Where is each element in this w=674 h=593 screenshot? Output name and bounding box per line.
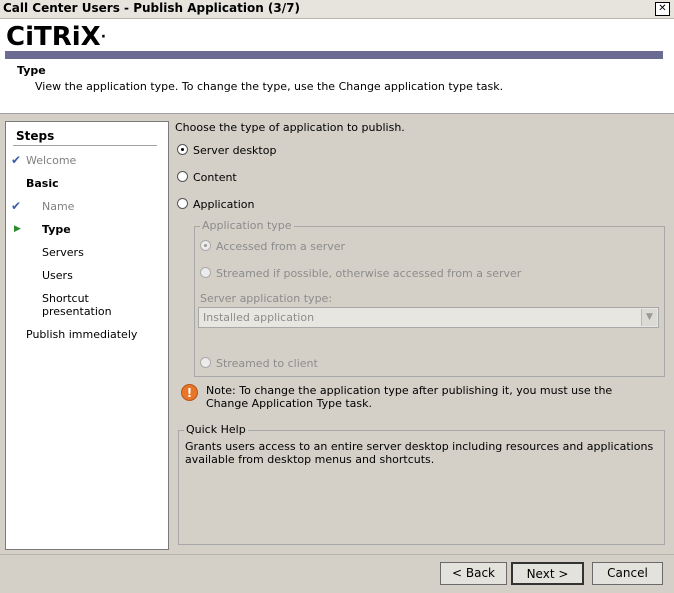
logo-text: CiTRiX: [6, 22, 101, 52]
note-text: Note: To change the application type aft…: [206, 384, 613, 410]
footer-divider: [0, 554, 674, 555]
step-publish-immediately: Publish immediately: [26, 328, 138, 341]
step-type: Type: [42, 223, 71, 236]
steps-panel: Steps ✔ Welcome Basic ✔ Name ▶ Type Serv…: [5, 121, 169, 550]
header-divider-bar: [5, 51, 663, 59]
label-server-desktop: Server desktop: [193, 144, 277, 157]
step-users: Users: [42, 269, 73, 282]
radio-streamed-if-possible[interactable]: [200, 267, 211, 278]
step-welcome: Welcome: [26, 154, 77, 167]
quick-help-legend: Quick Help: [184, 423, 248, 436]
label-streamed-if-possible: Streamed if possible, otherwise accessed…: [216, 267, 522, 280]
application-type-legend: Application type: [200, 219, 294, 232]
close-icon[interactable]: ✕: [655, 2, 670, 16]
chevron-down-icon[interactable]: ▼: [641, 309, 657, 326]
warning-icon: !: [181, 384, 198, 401]
wizard-header: CiTRiX· Type View the application type. …: [0, 19, 674, 114]
label-streamed-to-client: Streamed to client: [216, 357, 318, 370]
page-description: View the application type. To change the…: [35, 80, 504, 93]
label-accessed-from-server: Accessed from a server: [216, 240, 346, 253]
label-content: Content: [193, 171, 237, 184]
title-bar: Call Center Users - Publish Application …: [0, 0, 674, 19]
server-application-type-value: Installed application: [203, 311, 315, 324]
next-button[interactable]: Next >: [511, 562, 584, 585]
radio-server-desktop[interactable]: [177, 144, 188, 155]
steps-title: Steps: [16, 129, 55, 143]
radio-accessed-from-server[interactable]: [200, 240, 211, 251]
current-step-arrow-icon: ▶: [14, 224, 21, 234]
step-shortcut-presentation: Shortcut presentation: [42, 292, 112, 318]
cancel-button[interactable]: Cancel: [592, 562, 663, 585]
checkmark-icon: ✔: [11, 199, 22, 213]
step-basic: Basic: [26, 177, 59, 190]
radio-content[interactable]: [177, 171, 188, 182]
steps-divider: [13, 145, 157, 146]
citrix-logo: CiTRiX·: [6, 22, 107, 52]
server-application-type-label: Server application type:: [200, 292, 333, 305]
page-title: Type: [17, 64, 46, 77]
step-servers: Servers: [42, 246, 84, 259]
prompt-text: Choose the type of application to publis…: [175, 121, 405, 134]
radio-streamed-to-client[interactable]: [200, 357, 211, 368]
quick-help-text: Grants users access to an entire server …: [185, 440, 654, 466]
window-title: Call Center Users - Publish Application …: [3, 1, 300, 15]
radio-application[interactable]: [177, 198, 188, 209]
checkmark-icon: ✔: [11, 153, 22, 167]
back-button[interactable]: < Back: [440, 562, 507, 585]
label-application: Application: [193, 198, 255, 211]
step-name: Name: [42, 200, 75, 213]
server-application-type-select[interactable]: Installed application ▼: [198, 307, 659, 328]
